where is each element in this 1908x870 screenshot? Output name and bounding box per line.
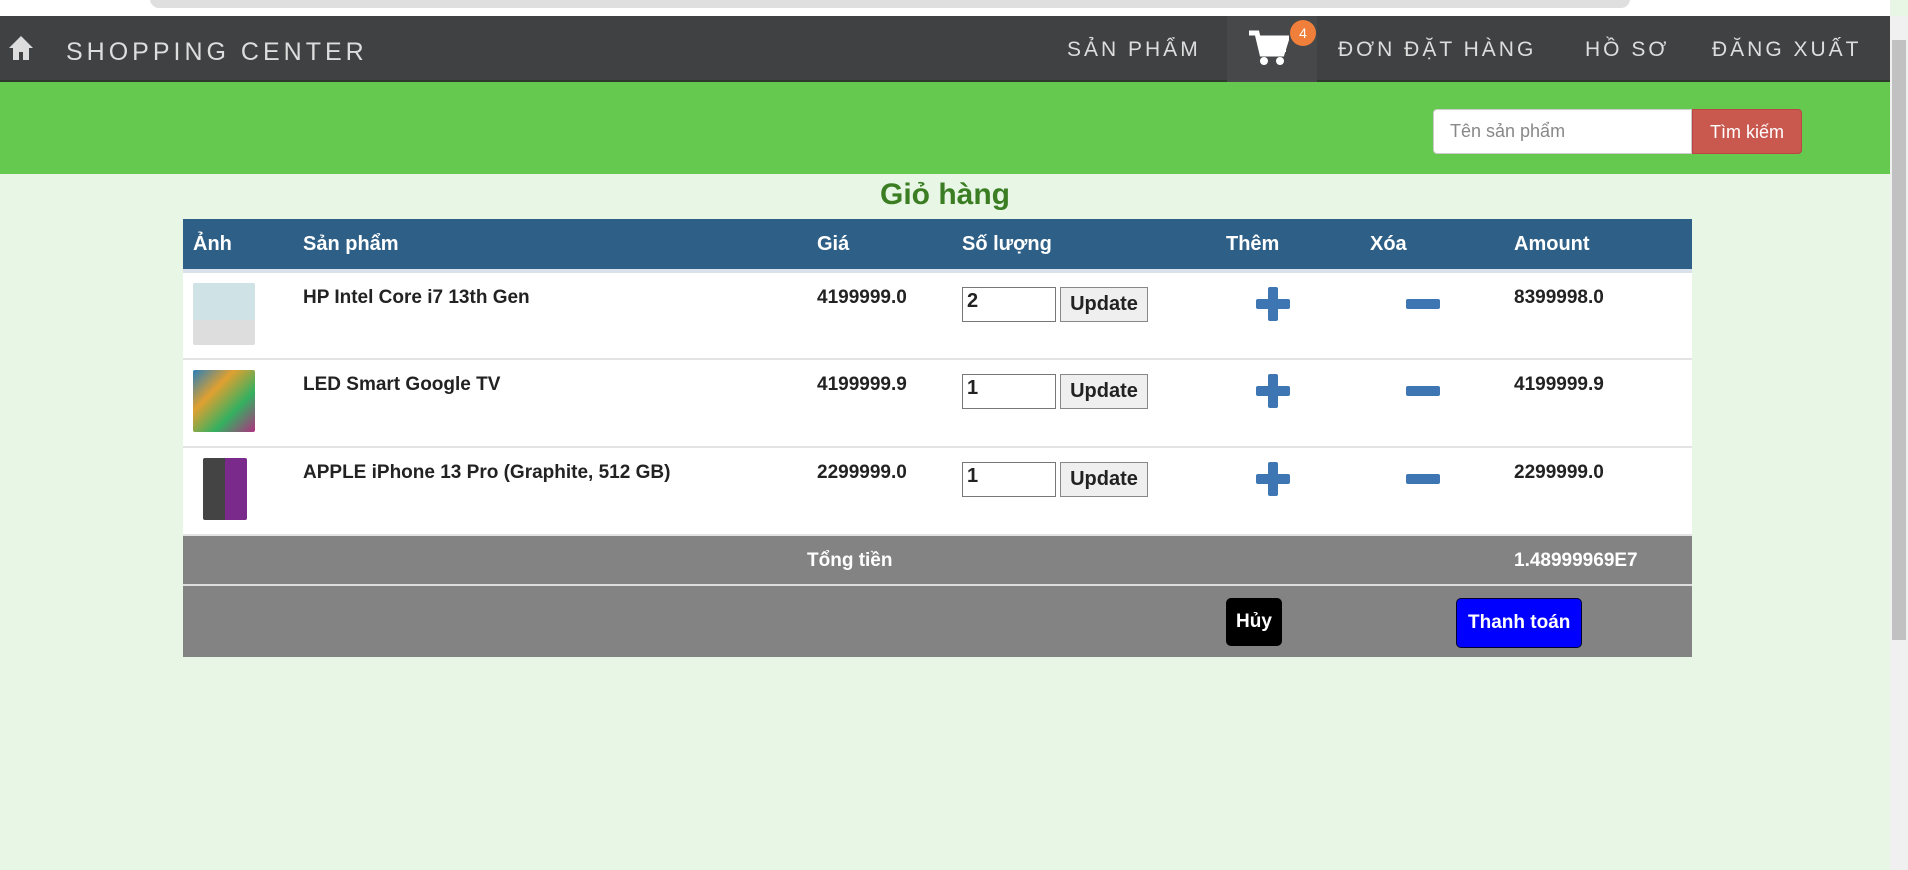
- update-button[interactable]: Update: [1060, 287, 1148, 322]
- nav-logout[interactable]: ĐĂNG XUẤT: [1712, 38, 1862, 62]
- table-row: LED Smart Google TV 4199999.9 1 Update 41…: [183, 359, 1692, 448]
- quantity-input[interactable]: 1: [962, 462, 1056, 497]
- product-amount: 8399998.0: [1504, 271, 1692, 360]
- cart-icon: [1249, 30, 1289, 65]
- product-name: LED Smart Google TV: [293, 359, 807, 448]
- product-amount: 2299999.0: [1504, 447, 1692, 536]
- browser-top: [0, 0, 1890, 16]
- update-button[interactable]: Update: [1060, 374, 1148, 409]
- cart-table: Ảnh Sản phẩm Giá Số lượng Thêm Xóa Amoun…: [183, 219, 1692, 657]
- col-product: Sản phẩm: [293, 219, 807, 273]
- product-image-laptop: [193, 283, 255, 345]
- home-icon[interactable]: [8, 34, 34, 62]
- minus-icon[interactable]: [1406, 299, 1440, 309]
- plus-icon[interactable]: [1256, 287, 1290, 321]
- navbar: SHOPPING CENTER SẢN PHẨM 4 ĐƠN ĐẶT HÀNG …: [0, 16, 1890, 82]
- minus-icon[interactable]: [1406, 386, 1440, 396]
- table-row: HP Intel Core i7 13th Gen 4199999.0 2 Upd…: [183, 271, 1692, 360]
- plus-icon[interactable]: [1256, 462, 1290, 496]
- search-input[interactable]: Tên sản phẩm: [1433, 109, 1692, 154]
- total-row: Tổng tiền 1.48999969E7: [183, 535, 1692, 586]
- minus-icon[interactable]: [1406, 474, 1440, 484]
- table-row: APPLE iPhone 13 Pro (Graphite, 512 GB) 2…: [183, 447, 1692, 536]
- col-price: Giá: [807, 219, 952, 273]
- update-button[interactable]: Update: [1060, 462, 1148, 497]
- product-image-phone: [203, 458, 247, 520]
- page-title: Giỏ hàng: [880, 178, 1010, 211]
- cancel-button[interactable]: Hủy: [1226, 598, 1282, 646]
- product-name: HP Intel Core i7 13th Gen: [293, 271, 807, 360]
- product-amount: 4199999.9: [1504, 359, 1692, 448]
- actions-row: Hủy Thanh toán: [183, 585, 1692, 657]
- quantity-input[interactable]: 2: [962, 287, 1056, 322]
- product-price: 4199999.9: [807, 359, 952, 448]
- quantity-input[interactable]: 1: [962, 374, 1056, 409]
- total-value: 1.48999969E7: [1504, 535, 1692, 586]
- col-remove: Xóa: [1360, 219, 1504, 273]
- plus-icon[interactable]: [1256, 374, 1290, 408]
- col-add: Thêm: [1216, 219, 1360, 273]
- nav-profile[interactable]: HỒ SƠ: [1585, 38, 1669, 62]
- checkout-button[interactable]: Thanh toán: [1456, 598, 1583, 648]
- col-amount: Amount: [1504, 219, 1692, 273]
- total-label: Tổng tiền: [807, 535, 1216, 586]
- address-bar[interactable]: [150, 0, 1630, 8]
- product-image-tv: [193, 370, 255, 432]
- search-button[interactable]: Tìm kiếm: [1692, 109, 1802, 154]
- nav-orders[interactable]: ĐƠN ĐẶT HÀNG: [1338, 38, 1536, 62]
- scrollbar-thumb[interactable]: [1892, 40, 1906, 640]
- brand-link[interactable]: SHOPPING CENTER: [66, 38, 368, 67]
- cart-count-badge: 4: [1290, 20, 1316, 46]
- table-header: Ảnh Sản phẩm Giá Số lượng Thêm Xóa Amoun…: [183, 219, 1692, 273]
- product-name: APPLE iPhone 13 Pro (Graphite, 512 GB): [293, 447, 807, 536]
- product-price: 2299999.0: [807, 447, 952, 536]
- col-image: Ảnh: [183, 219, 293, 273]
- nav-products[interactable]: SẢN PHẨM: [1067, 38, 1201, 62]
- col-quantity: Số lượng: [952, 219, 1216, 273]
- product-price: 4199999.0: [807, 271, 952, 360]
